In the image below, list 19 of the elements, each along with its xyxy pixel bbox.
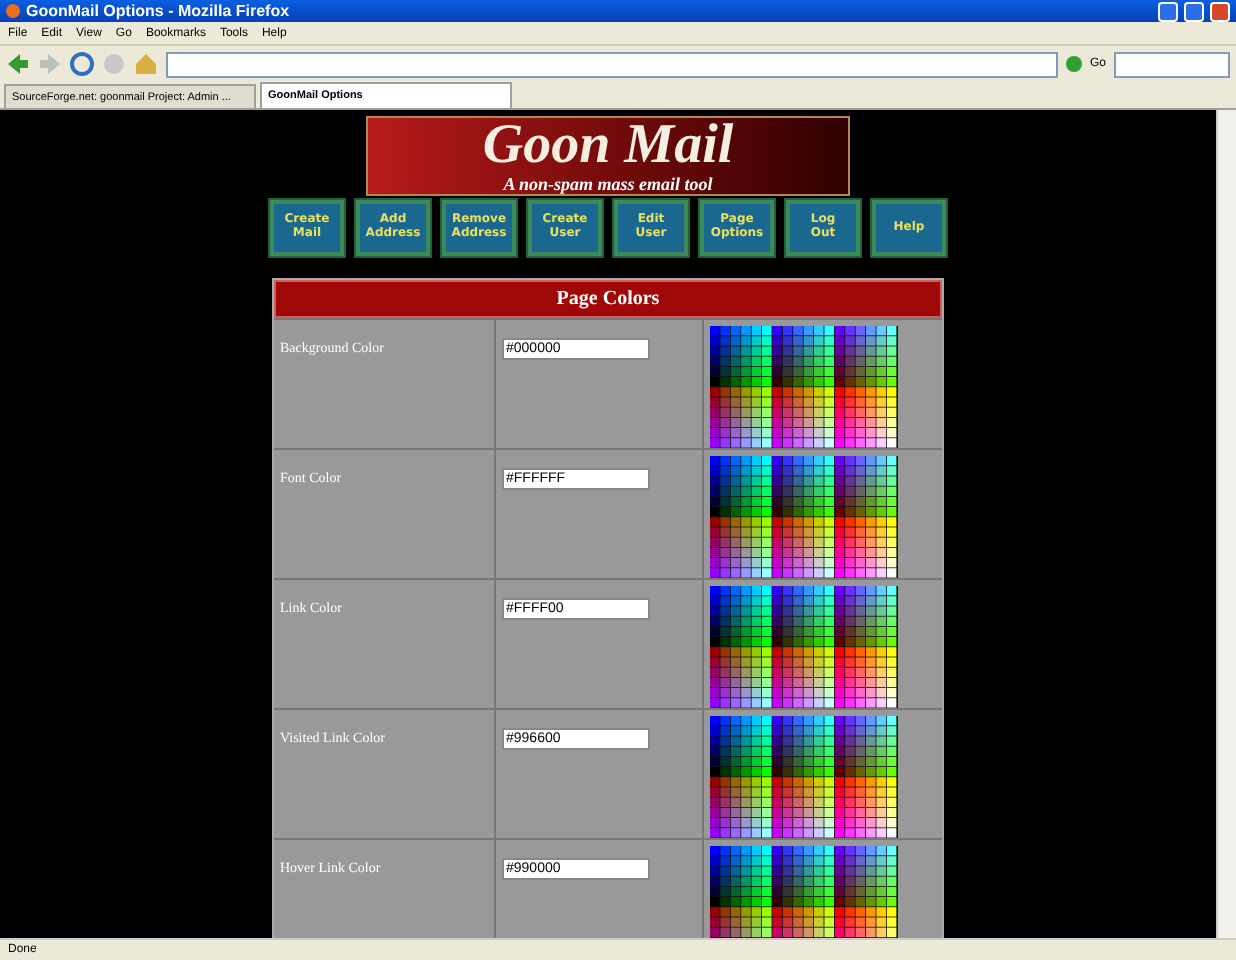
go-icon[interactable]: [1065, 56, 1082, 72]
color-palette-drawing[interactable]: [710, 716, 898, 838]
minimize-button[interactable]: [1158, 1, 1178, 21]
close-button[interactable]: [1210, 1, 1230, 21]
back-arrow-icon[interactable]: [6, 52, 30, 76]
section-header: Page Colors: [274, 280, 942, 318]
site-title: Goon Mail: [482, 118, 734, 174]
address-field[interactable]: [166, 51, 1058, 77]
color-palette-drawing[interactable]: [710, 456, 898, 578]
color-palette-drawing[interactable]: [710, 326, 898, 448]
color-palette-drawing[interactable]: [710, 846, 898, 938]
site-subtitle: A non-spam mass email tool: [503, 174, 713, 194]
scrollbar[interactable]: [1216, 110, 1236, 938]
reload-icon[interactable]: [70, 52, 94, 76]
browser-icon: [6, 4, 20, 18]
color-palette-drawing[interactable]: [710, 586, 898, 708]
search-field[interactable]: [1114, 51, 1230, 77]
maximize-button[interactable]: [1184, 1, 1204, 21]
window-title: GoonMail Options - Mozilla Firefox: [26, 2, 290, 20]
